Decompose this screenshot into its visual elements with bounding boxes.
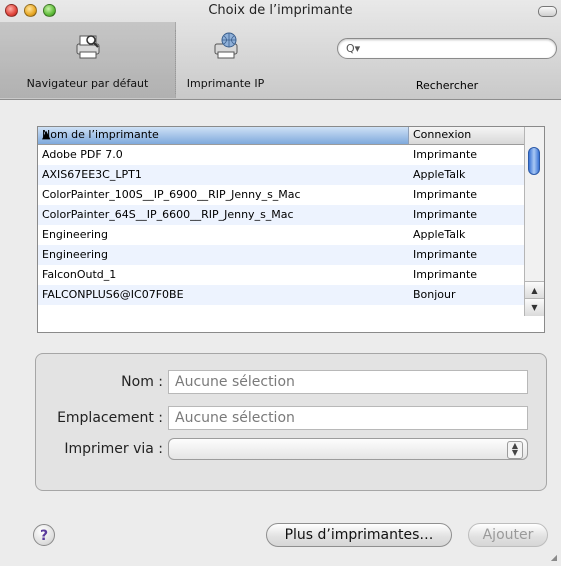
help-button[interactable]: ? [33,524,55,546]
title-bar[interactable]: Choix de l’imprimante [0,0,561,22]
printer-connection: Imprimante [413,208,478,221]
toolbar-default-browser[interactable]: Navigateur par défaut [0,22,176,98]
toolbar-divider [175,30,176,94]
add-button[interactable]: Ajouter [468,523,548,547]
scroll-down-arrow-icon[interactable]: ▼ [525,298,544,316]
table-row[interactable]: ColorPainter_64S__IP_6600__RIP_Jenny_s_M… [38,205,526,225]
printer-name: Engineering [42,228,108,241]
printer-connection: Imprimante [413,248,478,261]
table-row[interactable]: ColorPainter_100S__IP_6900__RIP_Jenny_s_… [38,185,526,205]
location-field: Aucune sélection [168,406,528,430]
more-printers-button[interactable]: Plus d’imprimantes… [266,523,452,547]
printer-name: FALCONPLUS6@IC07F0BE [42,288,184,301]
scrollbar-thumb[interactable] [528,147,540,175]
search-icon: Q▾ [346,42,361,55]
search-label: Rechercher [415,79,479,92]
toolbar-label-ip: Imprimante IP [186,77,265,90]
resize-grip-icon[interactable]: ◢ [551,553,557,562]
toolbar-label-default: Navigateur par défaut [26,77,149,90]
ip-printer-icon [214,32,237,59]
toolbar-ip-printer[interactable]: Imprimante IP [178,22,273,98]
printer-list[interactable]: Nom de l’imprimante ▲ Connexion Adobe PD… [37,126,545,333]
printer-name: Engineering [42,248,108,261]
table-row[interactable]: Engineering AppleTalk [38,225,526,245]
popup-arrows-icon: ▲ ▼ [507,441,523,459]
column-header-name[interactable]: Nom de l’imprimante ▲ [38,127,409,144]
sort-ascending-icon: ▲ [42,128,51,141]
vertical-scrollbar[interactable]: ▲ ▼ [524,127,544,316]
printer-connection: AppleTalk [413,168,466,181]
search-input[interactable]: Q▾ [337,38,557,59]
printer-connection: AppleTalk [413,228,466,241]
printer-connection: Imprimante [413,188,478,201]
printer-name: ColorPainter_64S__IP_6600__RIP_Jenny_s_M… [42,208,294,221]
table-row[interactable]: Adobe PDF 7.0 Imprimante [38,145,526,165]
window-title: Choix de l’imprimante [208,3,353,18]
column-header-connection[interactable]: Connexion [409,127,526,144]
name-field: Aucune sélection [168,370,528,394]
toolbar-toggle-button[interactable] [538,6,557,17]
column-header-connection-label: Connexion [413,128,472,141]
default-printer-icon [76,35,99,59]
printer-connection: Imprimante [413,148,478,161]
list-header: Nom de l’imprimante ▲ Connexion [38,127,526,145]
printer-connection: Imprimante [413,268,478,281]
print-via-popup[interactable]: ▲ ▼ [168,438,528,460]
window-toolbar: Choix de l’imprimante Navigateur par déf… [0,0,561,100]
table-row[interactable]: AXIS67EE3C_LPT1 AppleTalk [38,165,526,185]
location-label: Emplacement : [57,410,163,426]
scroll-up-arrow-icon[interactable]: ▲ [525,281,544,299]
list-rows: Adobe PDF 7.0 Imprimante AXIS67EE3C_LPT1… [38,145,526,305]
table-row[interactable]: FALCONPLUS6@IC07F0BE Bonjour [38,285,526,305]
printer-name: AXIS67EE3C_LPT1 [42,168,142,181]
table-row[interactable]: Engineering Imprimante [38,245,526,265]
printer-name: ColorPainter_100S__IP_6900__RIP_Jenny_s_… [42,188,301,201]
table-row[interactable]: FalconOutd_1 Imprimante [38,265,526,285]
printer-name: FalconOutd_1 [42,268,117,281]
print-via-label: Imprimer via : [64,441,163,457]
printer-name: Adobe PDF 7.0 [42,148,123,161]
name-label: Nom : [121,374,163,390]
printer-connection: Bonjour [413,288,456,301]
